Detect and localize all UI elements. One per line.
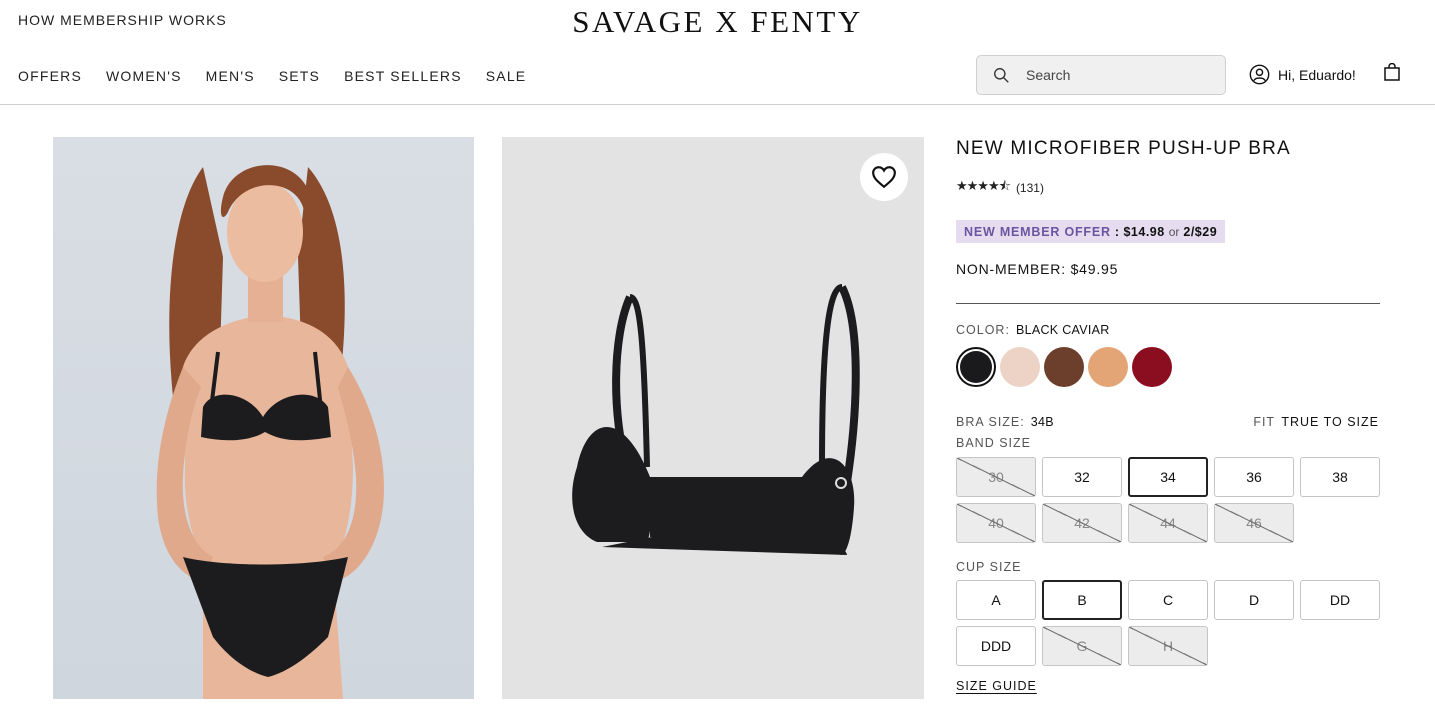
- account-menu[interactable]: Hi, Eduardo!: [1249, 64, 1356, 85]
- fit-label: FIT: [1253, 415, 1275, 429]
- review-count: (131): [1015, 181, 1044, 195]
- star-rating-icon: ★★★★⯪: [956, 178, 1011, 193]
- product-photo-model[interactable]: [53, 137, 474, 699]
- cup-size-option[interactable]: G: [1042, 626, 1122, 666]
- cup-size-option[interactable]: A: [956, 580, 1036, 620]
- greeting-text: Hi, Eduardo!: [1278, 66, 1356, 83]
- product-photo-flat[interactable]: [502, 137, 924, 699]
- cup-size-grid: A B C D DD DDD G H: [956, 580, 1380, 666]
- divider: [956, 303, 1380, 304]
- cup-size-option[interactable]: H: [1128, 626, 1208, 666]
- band-size-option[interactable]: 46: [1214, 503, 1294, 543]
- band-size-option[interactable]: 40: [956, 503, 1036, 543]
- heart-icon: [872, 166, 896, 189]
- offer-or: or: [1168, 224, 1180, 239]
- cup-size-label: CUP SIZE: [956, 560, 1022, 574]
- model-image: [156, 165, 384, 699]
- offer-price: : $14.98: [1114, 224, 1165, 239]
- color-swatch[interactable]: [1132, 347, 1172, 387]
- search-icon: [994, 67, 1009, 83]
- color-swatch[interactable]: [1000, 347, 1040, 387]
- product-title: NEW MICROFIBER PUSH-UP BRA: [956, 138, 1291, 159]
- non-member-price: NON-MEMBER: $49.95: [956, 261, 1119, 277]
- color-label: COLOR:: [956, 323, 1010, 337]
- cup-size-option[interactable]: C: [1128, 580, 1208, 620]
- cup-size-option[interactable]: DDD: [956, 626, 1036, 666]
- band-size-option[interactable]: 42: [1042, 503, 1122, 543]
- bra-image: [572, 284, 860, 555]
- nav-item-best-sellers[interactable]: BEST SELLERS: [344, 68, 462, 84]
- cup-size-option[interactable]: DD: [1300, 580, 1380, 620]
- search-input[interactable]: [1026, 67, 1206, 83]
- offer-label: NEW MEMBER OFFER: [964, 224, 1111, 239]
- new-member-offer-badge: NEW MEMBER OFFER : $14.98 or 2/$29: [956, 220, 1226, 243]
- user-icon: [1249, 64, 1270, 85]
- site-header: HOW MEMBERSHIP WORKS SAVAGE X FENTY OFFE…: [0, 0, 1435, 105]
- site-logo[interactable]: SAVAGE X FENTY: [0, 4, 1435, 40]
- fit-row: FIT TRUE TO SIZE: [1253, 415, 1379, 429]
- main-nav: OFFERS WOMEN'S MEN'S SETS BEST SELLERS SALE: [18, 68, 550, 84]
- size-guide-link[interactable]: SIZE GUIDE: [956, 679, 1037, 693]
- product-rating[interactable]: ★★★★⯪ (131): [956, 177, 1044, 199]
- band-size-grid: 30 32 34 36 38 40 42 44 46: [956, 457, 1380, 543]
- color-swatch[interactable]: [1044, 347, 1084, 387]
- offer-bundle: 2/$29: [1183, 224, 1218, 239]
- band-size-option[interactable]: 32: [1042, 457, 1122, 497]
- band-size-option[interactable]: 44: [1128, 503, 1208, 543]
- nav-item-sale[interactable]: SALE: [486, 68, 527, 84]
- nav-item-women-s[interactable]: WOMEN'S: [106, 68, 182, 84]
- cup-size-option[interactable]: D: [1214, 580, 1294, 620]
- shopping-bag-icon[interactable]: [1384, 63, 1400, 81]
- color-swatches: [956, 347, 1176, 387]
- nav-item-offers[interactable]: OFFERS: [18, 68, 82, 84]
- nav-item-sets[interactable]: SETS: [279, 68, 320, 84]
- favorite-button[interactable]: [860, 153, 908, 201]
- bra-size-label: BRA SIZE:: [956, 415, 1025, 429]
- color-label-row: COLOR: BLACK CAVIAR: [956, 323, 1110, 337]
- nav-item-men-s[interactable]: MEN'S: [206, 68, 255, 84]
- bra-size-value: 34B: [1030, 415, 1054, 429]
- search-box[interactable]: [976, 55, 1226, 95]
- cup-size-option[interactable]: B: [1042, 580, 1122, 620]
- band-size-option[interactable]: 30: [956, 457, 1036, 497]
- band-size-option[interactable]: 38: [1300, 457, 1380, 497]
- band-size-option[interactable]: 34: [1128, 457, 1208, 497]
- color-swatch[interactable]: [956, 347, 996, 387]
- color-value: BLACK CAVIAR: [1015, 323, 1110, 337]
- band-size-label: BAND SIZE: [956, 436, 1031, 450]
- band-size-option[interactable]: 36: [1214, 457, 1294, 497]
- fit-value: TRUE TO SIZE: [1281, 415, 1379, 429]
- bra-size-row: BRA SIZE: 34B: [956, 415, 1054, 429]
- color-swatch[interactable]: [1088, 347, 1128, 387]
